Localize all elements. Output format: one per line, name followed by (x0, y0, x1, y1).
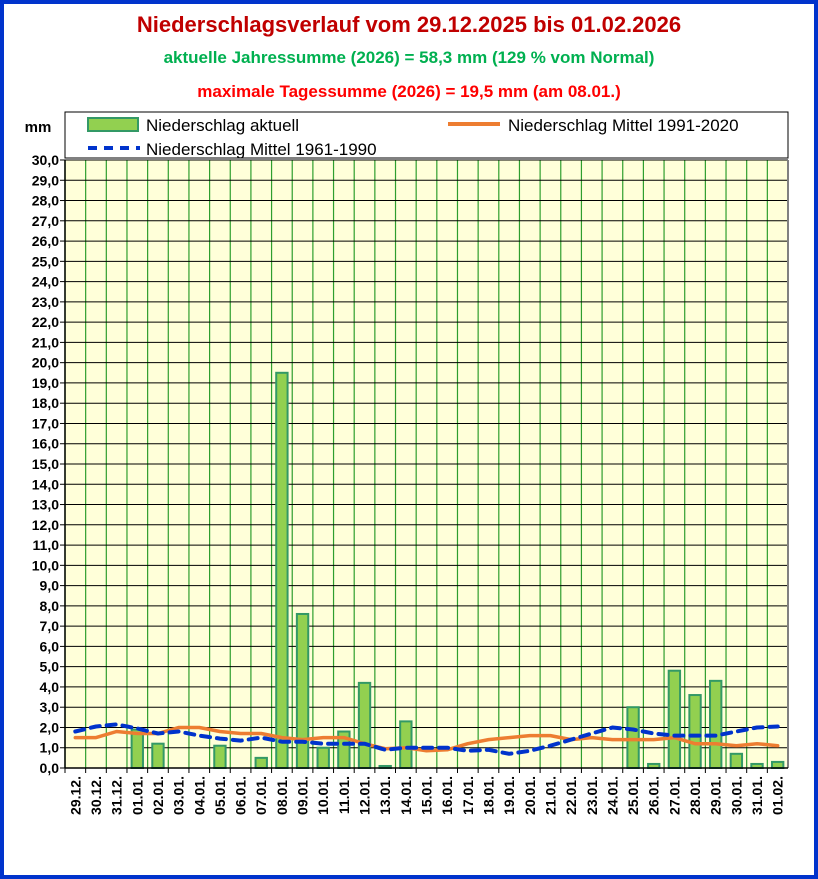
y-tick-label: 22,0 (32, 314, 59, 330)
chart-svg: 0,0 1,0 2,0 3,0 4,0 5,0 6,0 7,0 8,0 9,0 10,0 11,0 12… (25, 111, 789, 815)
x-tick-label: 06.01. (233, 776, 249, 815)
x-tick-label: 22.01. (563, 776, 579, 815)
y-tick-label: 24,0 (32, 274, 59, 290)
y-tick-label: 27,0 (32, 213, 59, 229)
y-tick-label: 9,0 (40, 578, 60, 594)
x-tick-label: 19.01. (501, 776, 517, 815)
y-tick-label: 6,0 (40, 638, 60, 654)
y-tick-label: 21,0 (32, 334, 59, 350)
x-tick-label: 30.01. (728, 776, 744, 815)
y-tick-label: 7,0 (40, 618, 60, 634)
bar-12.01. (357, 681, 372, 770)
y-tick-label: 28,0 (32, 193, 59, 209)
y-tick-label: 13,0 (32, 497, 59, 513)
bar-08.01. (275, 371, 289, 769)
x-tick-label: 02.01. (150, 776, 166, 815)
x-tick-label: 12.01. (357, 776, 373, 815)
y-tick-label: 19,0 (32, 375, 59, 391)
y-tick-label: 25,0 (32, 253, 59, 269)
y-axis-label: mm (25, 119, 52, 136)
y-tick-label: 15,0 (32, 456, 59, 472)
x-tick-label: 13.01. (377, 776, 393, 815)
x-tick-label: 30.12. (88, 776, 104, 815)
x-tick-label: 25.01. (625, 776, 641, 815)
y-tick-label: 5,0 (40, 659, 60, 675)
bar-01.01. (130, 728, 144, 770)
y-tick-label: 16,0 (32, 436, 59, 452)
x-tick-label: 26.01. (646, 776, 662, 815)
x-tick-label: 01.01. (129, 776, 145, 815)
y-tick-label: 1,0 (40, 740, 60, 756)
bar-25.01. (626, 706, 640, 770)
y-tick-label: 11,0 (33, 537, 60, 553)
x-tick-label: 24.01. (604, 776, 620, 815)
y-tick-label: 17,0 (32, 415, 59, 431)
bar-10.01. (316, 746, 330, 770)
y-tick-label: 20,0 (32, 355, 59, 371)
bar-01.02. (770, 760, 785, 769)
x-tick-label: 04.01. (191, 776, 207, 815)
bar-30.01. (729, 752, 744, 770)
x-tick-label: 10.01. (315, 776, 331, 815)
chart-frame: Niederschlagsverlauf vom 29.12.2025 bis … (0, 0, 818, 879)
bar-27.01. (667, 669, 682, 769)
bar-28.01. (688, 694, 702, 769)
x-tick-label: 20.01. (522, 776, 538, 815)
y-tick-label: 14,0 (32, 476, 59, 492)
y-tick-label: 8,0 (40, 598, 60, 614)
x-tick-label: 15.01. (419, 776, 435, 815)
legend-label-1961-1990: Niederschlag Mittel 1961-1990 (146, 140, 377, 159)
legend-label-aktuell: Niederschlag aktuell (146, 116, 299, 135)
x-tick-label: 27.01. (666, 776, 682, 815)
x-tick-label: 14.01. (398, 776, 414, 815)
x-tick-label: 16.01. (439, 776, 455, 815)
y-tick-label: 0,0 (40, 760, 60, 776)
legend-swatch-bar (87, 117, 139, 132)
bar-29.01. (709, 679, 723, 769)
bar-05.01. (213, 744, 227, 769)
bar-07.01. (254, 756, 268, 769)
x-tick-label: 11.01. (336, 776, 352, 814)
x-tick-label: 31.01. (749, 776, 765, 815)
legend-label-1991-2020: Niederschlag Mittel 1991-2020 (508, 116, 739, 135)
x-tick-label: 01.02. (770, 776, 786, 815)
y-tick-label: 4,0 (40, 679, 60, 695)
y-tick-label: 3,0 (40, 699, 60, 715)
x-tick-label: 08.01. (274, 776, 290, 815)
y-tick-label: 23,0 (32, 294, 59, 310)
x-tick-label: 31.12. (109, 776, 125, 815)
y-tick-label: 18,0 (32, 395, 59, 411)
x-tick-label: 18.01. (480, 776, 496, 815)
y-tick-label: 12,0 (32, 517, 59, 533)
y-tick-label: 26,0 (32, 233, 59, 249)
x-tick-label: 03.01. (171, 776, 187, 815)
y-tick-label: 30,0 (32, 152, 59, 168)
y-tick-label: 2,0 (40, 719, 60, 735)
x-tick-label: 23.01. (584, 776, 600, 815)
bar-02.01. (151, 742, 165, 769)
x-tick-label: 29.01. (708, 776, 724, 815)
bar-09.01. (295, 612, 310, 769)
x-tick-label: 17.01. (460, 776, 476, 815)
x-tick-label: 28.01. (687, 776, 703, 815)
x-tick-label: 29.12. (67, 776, 83, 815)
x-tick-label: 09.01. (295, 776, 311, 815)
y-tick-label: 10,0 (32, 557, 59, 573)
x-tick-label: 07.01. (253, 776, 269, 815)
x-tick-label: 05.01. (212, 776, 228, 815)
y-tick-label: 29,0 (32, 172, 59, 188)
x-tick-label: 21.01. (542, 776, 558, 815)
bar-14.01. (399, 720, 413, 769)
